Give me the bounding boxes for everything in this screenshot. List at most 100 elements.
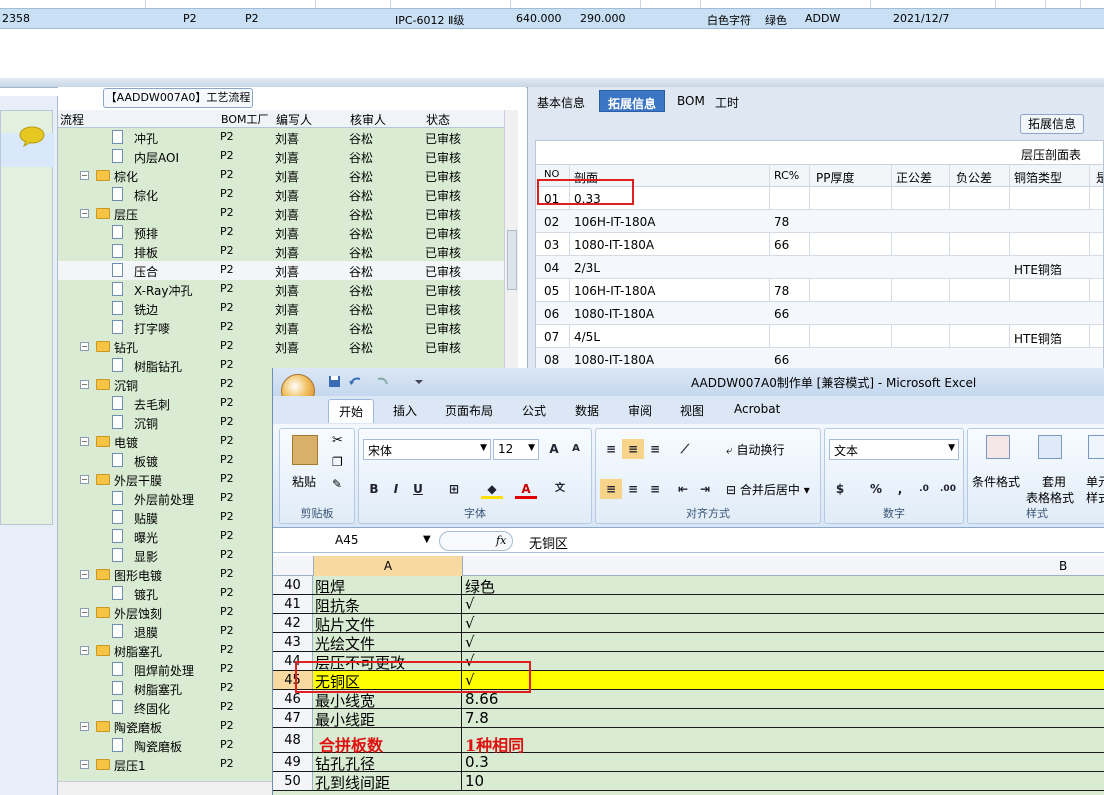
cell-a[interactable]: 阻焊	[315, 576, 345, 597]
decrease-decimal-icon[interactable]: .00	[937, 479, 959, 499]
table-row[interactable]: 07 4/5L HTE铜箔	[536, 325, 1103, 348]
decrease-indent-icon[interactable]: ⇤	[672, 479, 694, 499]
sheet-row[interactable]: 41 阻抗条 √	[273, 595, 1104, 616]
row-number[interactable]: 40	[273, 576, 313, 594]
collapse-icon[interactable]: −	[80, 760, 89, 769]
table-row[interactable]: 02 106H-IT-180A 78	[536, 210, 1103, 233]
tree-scrollbar[interactable]	[504, 110, 518, 370]
collapse-icon[interactable]: −	[80, 342, 89, 351]
col-writer[interactable]: 编写人	[276, 111, 312, 128]
align-left-icon[interactable]: ≡	[600, 479, 622, 499]
tree-row[interactable]: 排板 P2 刘喜 谷松 已审核	[58, 242, 518, 261]
sheet-row[interactable]: 48 合拼板数 1种相同	[273, 728, 1104, 755]
increase-decimal-icon[interactable]: .0	[913, 479, 935, 499]
quick-access-icons[interactable]	[327, 374, 427, 390]
sheet-row[interactable]: 42 贴片文件 √	[273, 614, 1104, 635]
tree-horizontal-scrollbar[interactable]	[58, 781, 272, 795]
cell-b[interactable]: √	[465, 633, 475, 651]
cell-b[interactable]: 绿色	[465, 576, 495, 597]
cell-b[interactable]: √	[465, 595, 475, 613]
font-size-select[interactable]: 12 ▼	[493, 439, 539, 460]
collapse-icon[interactable]: −	[80, 475, 89, 484]
insert-function-button[interactable]: fx	[439, 531, 513, 551]
sheet-row[interactable]: 40 阻焊 绿色	[273, 576, 1104, 597]
cell-a[interactable]: 阻抗条	[315, 595, 360, 616]
collapse-icon[interactable]: −	[80, 437, 89, 446]
cell-a[interactable]: 钻孔孔径	[315, 753, 375, 774]
currency-icon[interactable]: $	[829, 479, 851, 499]
tree-row[interactable]: − 层压 P2 刘喜 谷松 已审核	[58, 204, 518, 223]
wrap-text-button[interactable]: ⤶ 自动换行	[726, 441, 785, 458]
tree-row[interactable]: − 钻孔 P2 刘喜 谷松 已审核	[58, 337, 518, 356]
tree-row[interactable]: 冲孔 P2 刘喜 谷松 已审核	[58, 128, 518, 147]
table-format-button[interactable]: 套用	[1042, 473, 1066, 490]
align-bottom-icon[interactable]: ≡	[644, 439, 666, 459]
name-box[interactable]: A45	[281, 531, 433, 551]
cut-icon[interactable]: ✂	[332, 433, 343, 448]
row-number[interactable]: 50	[273, 772, 313, 790]
tree-row[interactable]: 内层AOI P2 刘喜 谷松 已审核	[58, 147, 518, 166]
tab-formulas[interactable]: 公式	[522, 402, 546, 419]
grow-font-button[interactable]: A	[543, 439, 565, 459]
tree-row[interactable]: 棕化 P2 刘喜 谷松 已审核	[58, 185, 518, 204]
quick-access-toolbar[interactable]	[327, 374, 427, 390]
cell-a[interactable]: 贴片文件	[315, 614, 375, 635]
collapse-icon[interactable]: −	[80, 380, 89, 389]
collapse-icon[interactable]: −	[80, 722, 89, 731]
tab-view[interactable]: 视图	[680, 402, 704, 419]
table-format-button-2[interactable]: 表格格式	[1026, 489, 1074, 506]
tab-work-hours[interactable]: 工时	[707, 90, 747, 112]
paste-icon[interactable]	[292, 435, 318, 465]
tree-row[interactable]: − 棕化 P2 刘喜 谷松 已审核	[58, 166, 518, 185]
font-name-select[interactable]: 宋体 ▼	[363, 439, 491, 460]
cell-a[interactable]: 最小线距	[315, 709, 375, 730]
col-reviewer[interactable]: 核审人	[350, 111, 386, 128]
collapse-icon[interactable]: −	[80, 608, 89, 617]
collapse-icon[interactable]: −	[80, 171, 89, 180]
align-middle-icon[interactable]: ≡	[622, 439, 644, 459]
column-header-b[interactable]: B	[1059, 559, 1067, 573]
copy-icon[interactable]: ❐	[332, 455, 343, 469]
row-number[interactable]: 49	[273, 753, 313, 771]
comma-icon[interactable]: ,	[889, 479, 911, 499]
table-row[interactable]: 03 1080-IT-180A 66	[536, 233, 1103, 256]
tab-basic-info[interactable]: 基本信息	[529, 90, 593, 112]
sheet-row[interactable]: 47 最小线距 7.8	[273, 709, 1104, 730]
row-number[interactable]: 42	[273, 614, 313, 632]
row-number[interactable]: 43	[273, 633, 313, 651]
row-number[interactable]: 48	[273, 728, 313, 752]
name-box-dropdown-icon[interactable]: ▼	[423, 534, 431, 545]
cell-b[interactable]: 7.8	[465, 709, 489, 727]
chat-icon[interactable]	[18, 125, 46, 147]
row-number[interactable]: 41	[273, 595, 313, 613]
cell-a[interactable]: 最小线宽	[315, 690, 375, 711]
tab-acrobat[interactable]: Acrobat	[734, 402, 780, 416]
sheet-row[interactable]: 43 光绘文件 √	[273, 633, 1104, 653]
tree-row[interactable]: 铣边 P2 刘喜 谷松 已审核	[58, 299, 518, 318]
tab-page-layout[interactable]: 页面布局	[445, 402, 493, 419]
col-rc[interactable]: RC%	[774, 169, 799, 182]
col-copper-type[interactable]: 铜箔类型	[1014, 169, 1062, 186]
percent-icon[interactable]: %	[865, 479, 887, 499]
align-right-icon[interactable]: ≡	[644, 479, 666, 499]
top-grid-selected-row[interactable]: 2358 P2 P2 IPC-6012 Ⅱ级 640.000 290.000 白…	[0, 8, 1104, 29]
shrink-font-button[interactable]: A	[565, 439, 587, 459]
orientation-icon[interactable]: ⟋	[674, 439, 696, 459]
formula-input[interactable]: 无铜区	[529, 533, 568, 552]
cell-b[interactable]: 10	[465, 772, 484, 790]
tree-row[interactable]: 预排 P2 刘喜 谷松 已审核	[58, 223, 518, 242]
table-row[interactable]: 05 106H-IT-180A 78	[536, 279, 1103, 302]
collapse-icon[interactable]: −	[80, 570, 89, 579]
phonetic-icon[interactable]: 文	[549, 479, 571, 499]
tab-review[interactable]: 审阅	[628, 402, 652, 419]
table-row[interactable]: 06 1080-IT-180A 66	[536, 302, 1103, 325]
collapse-icon[interactable]: −	[80, 646, 89, 655]
align-center-icon[interactable]: ≡	[622, 479, 644, 499]
bold-button[interactable]: B	[363, 479, 385, 499]
table-row[interactable]: 04 2/3L HTE铜箔	[536, 256, 1103, 279]
tab-home[interactable]: 开始	[328, 399, 375, 423]
paste-button[interactable]: 粘贴	[292, 473, 316, 490]
cell-a[interactable]: 孔到线间距	[315, 772, 390, 793]
cell-style-button-2[interactable]: 样式	[1086, 489, 1104, 506]
table-format-icon[interactable]	[1038, 435, 1062, 459]
